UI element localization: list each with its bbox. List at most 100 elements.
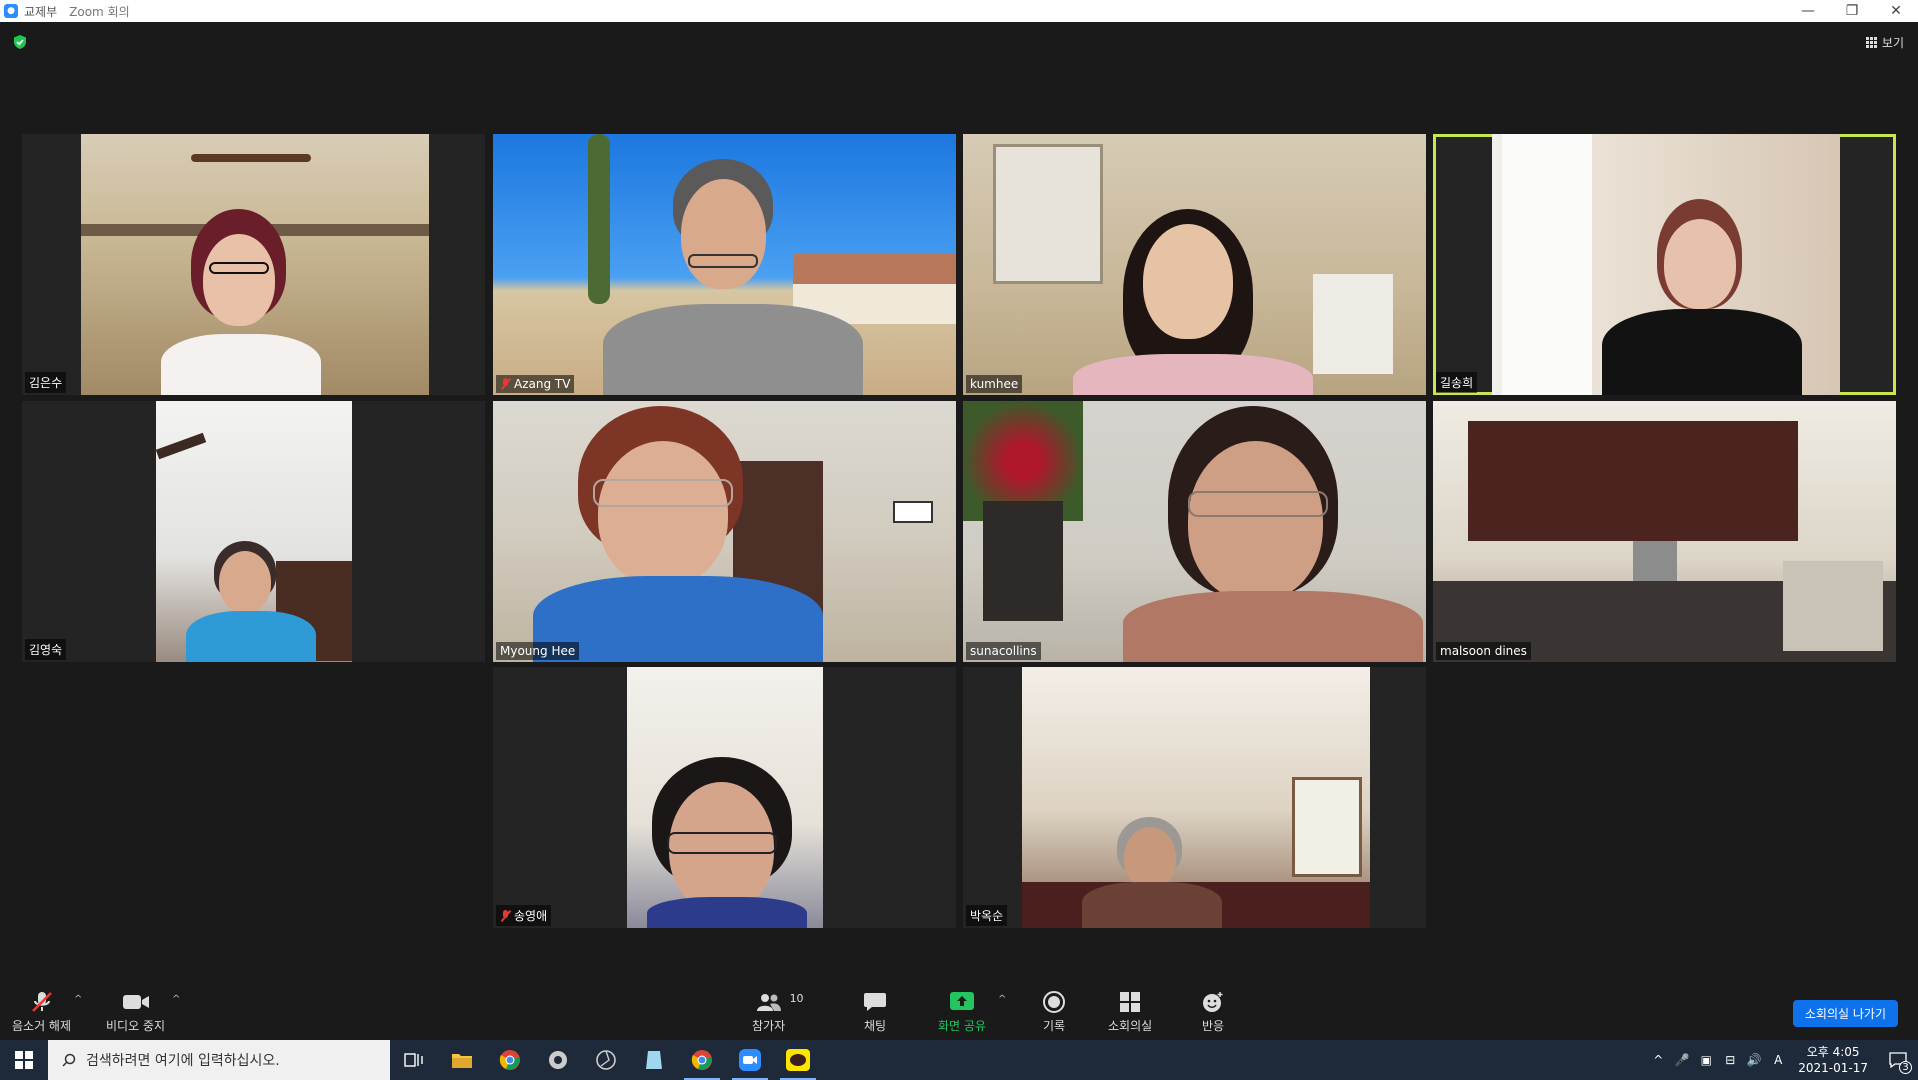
participant-name-tag: malsoon dines [1436,642,1531,660]
chrome-icon [499,1050,520,1070]
display-tray-icon[interactable]: ▣ [1694,1053,1718,1067]
participant-video [963,134,1426,395]
taskbar-search-box[interactable]: 검색하려면 여기에 입력하십시오. [48,1040,390,1080]
taskbar-clock[interactable]: 오후 4:05 2021-01-17 [1798,1044,1868,1076]
muted-mic-icon [500,378,511,390]
record-icon [1043,991,1065,1013]
leave-breakout-room-button[interactable]: 소회의실 나가기 [1792,1000,1898,1027]
participants-count: 10 [789,992,804,1005]
participant-video [963,401,1426,662]
zoom-icon [739,1049,761,1071]
chrome-icon [691,1050,712,1070]
clock-time: 오후 4:05 [1806,1045,1860,1059]
task-view-icon [404,1053,423,1067]
participant-name-tag: Azang TV [496,375,575,393]
chat-label: 채팅 [863,1019,887,1033]
video-tile-6[interactable]: Myoung Hee [493,401,956,662]
show-hidden-icons-caret[interactable]: ^ [1646,1053,1670,1067]
title-bar: ● 교제부 Zoom 회의 — ❐ ✕ [0,0,1918,22]
participants-icon [756,994,781,1011]
notes-app-taskbar-button[interactable] [630,1040,678,1080]
participant-video [627,667,823,928]
zoom-taskbar-button[interactable] [726,1040,774,1080]
smiley-reaction-icon [1203,992,1223,1012]
breakout-rooms-button[interactable]: 소회의실 [1108,990,1152,1034]
stop-video-button[interactable]: 비디오 중지 [106,990,165,1034]
windows-logo-icon [15,1051,33,1069]
notepad-icon [646,1051,662,1069]
kakaotalk-taskbar-button[interactable] [774,1040,822,1080]
chrome-active-taskbar-button[interactable] [678,1040,726,1080]
window-subtitle: Zoom 회의 [69,4,130,19]
view-button[interactable]: 보기 [1865,34,1904,51]
task-view-button[interactable] [390,1040,438,1080]
video-tile-10[interactable]: 박옥순 [963,667,1426,928]
media-app-taskbar-button[interactable] [582,1040,630,1080]
video-tile-1[interactable]: 김은수 [22,134,485,395]
volume-tray-icon[interactable]: 🔊 [1742,1053,1766,1067]
view-label: 보기 [1881,36,1904,50]
windows-start-button[interactable] [0,1040,48,1080]
breakout-label: 소회의실 [1108,1019,1153,1033]
gear-app-icon [549,1051,567,1069]
encryption-shield-icon[interactable] [12,34,28,50]
windows-taskbar: 검색하려면 여기에 입력하십시오. ^ 🎤 ▣ ⊟ 🔊 A 오후 4:05 20… [0,1040,1918,1080]
chat-button[interactable]: 채팅 [863,990,887,1034]
breakout-rooms-icon [1120,992,1141,1012]
participants-button[interactable]: 10 참가자 [752,990,804,1034]
zoom-meeting-window: ● 교제부 Zoom 회의 — ❐ ✕ 보기 김은수 Azang TV kumh… [0,0,1918,1080]
record-button[interactable]: 기록 [1042,990,1066,1034]
participant-video [1433,401,1896,662]
microphone-tray-icon[interactable]: 🎤 [1670,1053,1694,1067]
participant-name-tag: 송영애 [496,905,552,926]
participant-video [156,401,352,662]
system-tray: ^ 🎤 ▣ ⊟ 🔊 A 오후 4:05 2021-01-17 3 [1646,1040,1918,1080]
video-tile-5[interactable]: 김영숙 [22,401,485,662]
video-tile-7[interactable]: sunacollins [963,401,1426,662]
muted-microphone-icon [31,992,52,1012]
minimize-icon[interactable]: — [1786,0,1830,22]
participant-name-tag: 김은수 [25,372,67,393]
participant-name-tag: 김영숙 [25,639,67,660]
kakaotalk-icon [786,1049,810,1071]
video-tile-4-active-speaker[interactable]: 길송희 [1433,134,1896,395]
file-explorer-taskbar-button[interactable] [438,1040,486,1080]
participant-video [1022,667,1370,928]
video-tile-9[interactable]: 송영애 [493,667,956,928]
ime-indicator[interactable]: A [1766,1053,1790,1067]
window-title: 교제부 [24,4,58,19]
ceiling-fan-icon [191,154,311,162]
video-tile-3[interactable]: kumhee [963,134,1426,395]
action-center-button[interactable]: 3 [1878,1040,1918,1080]
audio-options-caret-icon[interactable]: ^ [74,994,82,1005]
record-label: 기록 [1042,1019,1066,1033]
unmute-label: 음소거 해제 [12,1019,72,1033]
participant-name-tag: 길송희 [1436,372,1478,393]
video-tile-2[interactable]: Azang TV [493,134,956,395]
folder-icon [452,1054,472,1068]
participant-video [493,401,956,662]
grid-view-icon [1865,37,1877,48]
restore-icon[interactable]: ❐ [1830,0,1874,22]
network-tray-icon[interactable]: ⊟ [1718,1053,1742,1067]
participant-video [1492,134,1840,395]
reactions-button[interactable]: 반응 [1201,990,1225,1034]
share-label: 화면 공유 [938,1019,986,1033]
participant-video [493,134,956,395]
zoom-app-icon: ● [4,4,18,18]
participants-label: 참가자 [752,1019,786,1033]
video-tile-8[interactable]: malsoon dines [1433,401,1896,662]
participant-name-tag: Myoung Hee [496,642,580,660]
muted-mic-icon [500,909,511,922]
share-screen-icon [949,992,974,1010]
chrome-taskbar-button[interactable] [486,1040,534,1080]
video-label: 비디오 중지 [106,1019,166,1033]
share-options-caret-icon[interactable]: ^ [998,994,1006,1005]
chat-bubble-icon [864,993,886,1011]
app-taskbar-button[interactable] [534,1040,582,1080]
share-screen-button[interactable]: 화면 공유 [938,990,986,1034]
video-options-caret-icon[interactable]: ^ [172,994,180,1005]
unmute-button[interactable]: 음소거 해제 [12,990,71,1034]
close-icon[interactable]: ✕ [1874,0,1918,22]
participant-name-tag: kumhee [966,375,1023,393]
